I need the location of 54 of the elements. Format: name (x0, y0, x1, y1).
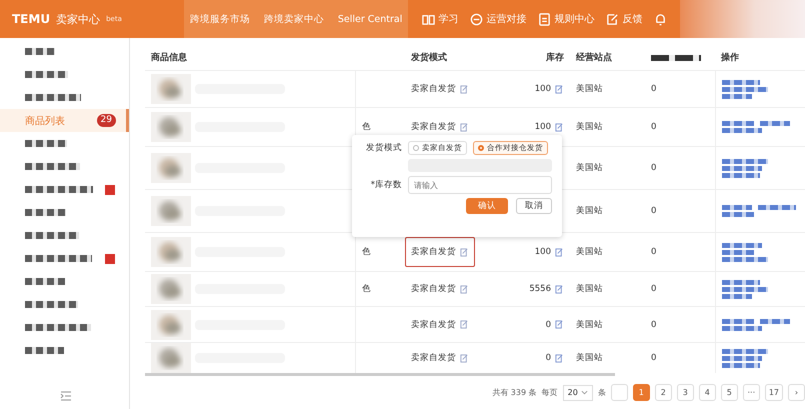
table-cell: 美国站 (576, 318, 603, 330)
table-cell: 美国站 (576, 205, 603, 217)
count-badge: 29 (96, 114, 116, 127)
app-name: 卖家中心 (56, 12, 100, 26)
column-header: 发货模式 (411, 51, 447, 64)
table-cell: 100 (534, 122, 551, 132)
table-cell: 0 (651, 206, 656, 216)
table-cell: 0 (651, 353, 656, 363)
table-cell: 美国站 (576, 352, 603, 364)
table-cell: 0 (651, 247, 656, 257)
table-cell: 卖家自发货 (411, 246, 456, 258)
table-cell: 卖家自发货 (411, 318, 456, 330)
page-button[interactable]: 17 (764, 384, 783, 401)
page-size-unit: 条 (598, 387, 606, 398)
page-button[interactable]: 3 (676, 384, 694, 401)
page-size-label: 每页 (542, 387, 558, 398)
table-cell: 美国站 (576, 283, 603, 295)
cancel-button[interactable]: 取消 (516, 198, 552, 214)
stock-input[interactable]: 请输入 (408, 176, 552, 194)
page-button[interactable]: 4 (698, 384, 716, 401)
next-page-button[interactable]: › (788, 384, 805, 401)
field-label: *库存数 (370, 179, 402, 191)
column-header: 操作 (721, 52, 739, 64)
table-cell: 0 (651, 284, 656, 294)
table-cell: 色 (362, 121, 371, 133)
total-count: 共有 339 条 (492, 387, 537, 398)
table-cell: 卖家自发货 (411, 83, 456, 95)
table-cell: 美国站 (576, 83, 603, 95)
table-cell: 色 (362, 283, 371, 295)
table-cell: 卖家自发货 (411, 121, 456, 133)
page-size-select[interactable]: 20 (562, 384, 593, 400)
table-cell: 卖家自发货 (411, 283, 456, 295)
table-cell: 卖家自发货 (411, 352, 456, 364)
column-header: 库存 (546, 51, 564, 64)
page-button[interactable]: ··· (742, 384, 760, 401)
table-cell: 0 (651, 122, 656, 132)
logo: TEMU (12, 12, 50, 26)
table-cell: 0 (651, 163, 656, 173)
field-label: 发货模式 (365, 142, 402, 154)
table-cell: 0 (651, 84, 656, 94)
table-cell: 100 (534, 84, 551, 94)
table-cell: 0 (651, 320, 656, 330)
table-cell: 0 (546, 320, 551, 330)
table-cell: 100 (534, 247, 551, 257)
column-header: 商品信息 (151, 51, 187, 64)
table-cell: 美国站 (576, 162, 603, 174)
table-cell: 5556 (529, 284, 551, 294)
page-button[interactable]: 5 (720, 384, 738, 401)
table-cell: 美国站 (576, 246, 603, 258)
column-header: 经营站点 (576, 51, 612, 64)
table-cell: 0 (546, 353, 551, 363)
table-cell: 美国站 (576, 121, 603, 133)
page-button[interactable]: 2 (654, 384, 672, 401)
table-cell: 色 (362, 246, 371, 258)
